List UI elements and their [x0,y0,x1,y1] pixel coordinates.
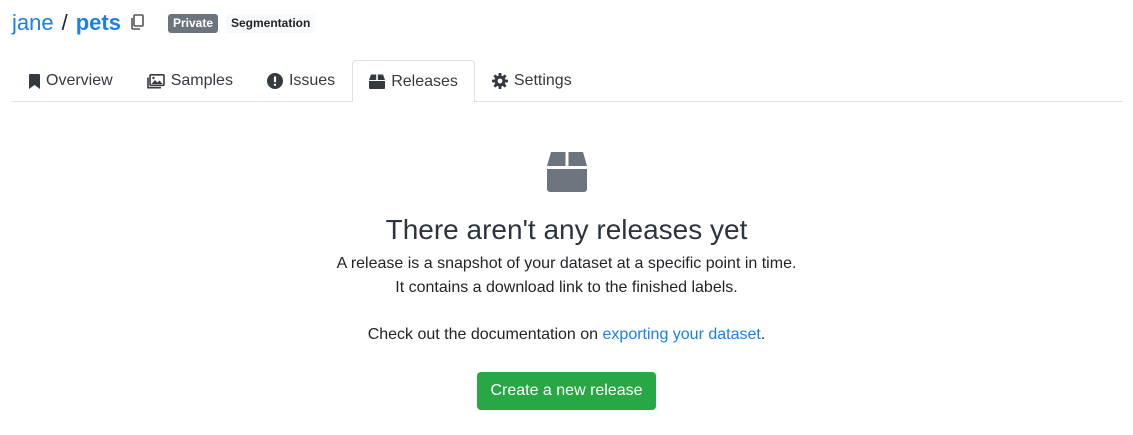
gear-icon [491,73,508,89]
box-icon [369,74,386,89]
dataset-tabs: Overview Samples Issues Releases Setting… [12,60,1123,102]
exclamation-circle-icon [266,73,283,89]
releases-empty-state: There aren't any releases yet A release … [0,150,1133,410]
breadcrumb: jane / pets Private Segmentation [12,8,316,38]
tab-settings[interactable]: Settings [475,60,589,101]
box-icon [546,152,587,192]
dataset-name-link[interactable]: pets [76,10,121,36]
tab-settings-label: Settings [513,72,572,89]
breadcrumb-separator: / [61,10,68,35]
bookmark-icon [29,73,40,89]
copy-icon[interactable] [130,14,146,32]
tab-releases[interactable]: Releases [352,60,475,102]
documentation-prefix: Check out the documentation on [367,326,603,343]
tab-samples-label: Samples [170,72,233,89]
tab-overview[interactable]: Overview [12,60,130,101]
images-icon [146,73,165,89]
segmentation-badge: Segmentation [226,13,316,33]
private-badge: Private [167,13,218,33]
empty-state-description-1: A release is a snapshot of your dataset … [336,255,797,272]
tab-overview-label: Overview [46,72,113,89]
tab-releases-label: Releases [391,72,458,90]
exporting-dataset-link[interactable]: exporting your dataset [603,326,761,343]
tab-issues-label: Issues [288,72,336,89]
documentation-suffix: . [760,326,766,343]
tab-samples[interactable]: Samples [130,60,250,101]
empty-state-description-2: It contains a download link to the finis… [395,279,738,296]
documentation-text: Check out the documentation on exporting… [0,323,1133,347]
empty-state-title: There aren't any releases yet [385,214,748,245]
owner-link[interactable]: jane [12,10,54,36]
create-release-button[interactable]: Create a new release [477,372,656,410]
tab-issues[interactable]: Issues [250,60,352,101]
